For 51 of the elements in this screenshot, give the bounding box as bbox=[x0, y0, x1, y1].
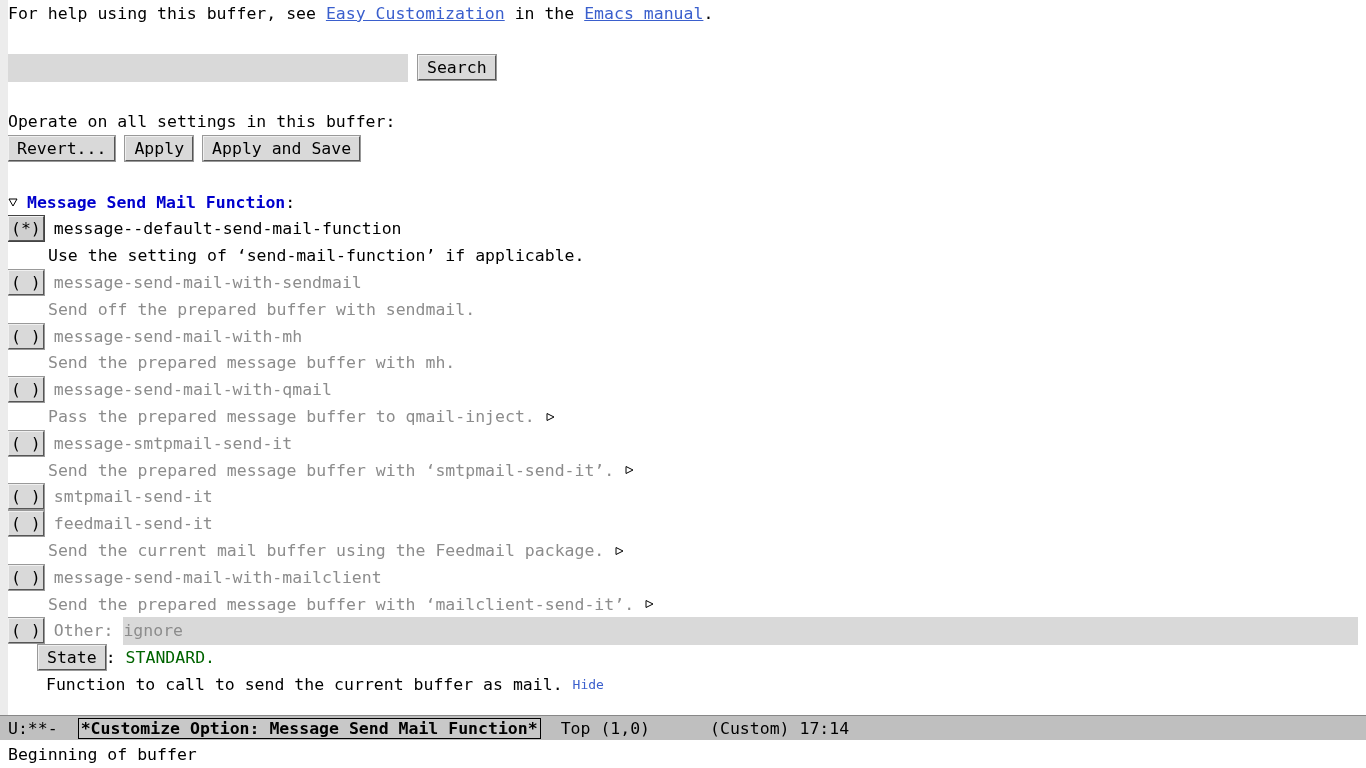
hide-link[interactable]: Hide bbox=[572, 677, 604, 692]
choice-description: Send the prepared message buffer with ‘smtpmail-send-it’. bbox=[48, 460, 615, 480]
radio-button[interactable]: ( ) bbox=[8, 270, 44, 296]
modified-status: U:**- bbox=[8, 718, 58, 738]
doc-text: Function to call to send the current buffer as mail. bbox=[46, 675, 563, 694]
state-colon: : bbox=[105, 648, 116, 668]
operate-label: Operate on all settings in this buffer: bbox=[8, 112, 396, 132]
choice-name: message--default-send-mail-function bbox=[53, 219, 402, 239]
search-button[interactable]: Search bbox=[418, 55, 496, 81]
more-triangle-icon[interactable] bbox=[644, 599, 655, 610]
state-text: STANDARD. bbox=[125, 648, 215, 668]
radio-button[interactable]: ( ) bbox=[8, 564, 44, 590]
choice-name: message-send-mail-with-mh bbox=[53, 326, 303, 346]
operate-button[interactable]: Apply and Save bbox=[203, 136, 361, 162]
echo-message: Beginning of buffer bbox=[8, 744, 197, 764]
choice-description: Use the setting of ‘send-mail-function’ if applicable. bbox=[48, 246, 585, 266]
choice-name: message-send-mail-with-qmail bbox=[53, 380, 332, 400]
choice-name: message-send-mail-with-sendmail bbox=[53, 273, 362, 293]
radio-button[interactable]: (*) bbox=[8, 216, 44, 242]
emacs-manual-link[interactable]: Emacs manual bbox=[584, 3, 704, 23]
choice-description: Pass the prepared message buffer to qmail-inject. bbox=[48, 407, 535, 427]
collapse-triangle-icon[interactable] bbox=[8, 197, 18, 208]
choice-name: smtpmail-send-it bbox=[53, 487, 213, 507]
state-button[interactable]: State bbox=[38, 645, 106, 671]
more-triangle-icon[interactable] bbox=[614, 545, 625, 556]
position-text: Top (1,0) bbox=[560, 718, 651, 738]
choice-description: Send the prepared message buffer with mh. bbox=[48, 353, 456, 373]
option-title: Message Send Mail Function bbox=[27, 192, 286, 212]
more-triangle-icon[interactable] bbox=[624, 465, 635, 476]
radio-button[interactable]: ( ) bbox=[8, 618, 44, 644]
easy-customization-link[interactable]: Easy Customization bbox=[325, 3, 505, 23]
choice-name: feedmail-send-it bbox=[53, 514, 213, 534]
buffer-name: *Customize Option: Message Send Mail Function* bbox=[77, 717, 541, 739]
radio-button[interactable]: ( ) bbox=[8, 430, 44, 456]
choice-description: Send off the prepared buffer with sendmail. bbox=[48, 299, 476, 319]
title-colon: : bbox=[285, 192, 296, 212]
choice-name: message-smtpmail-send-it bbox=[53, 433, 293, 453]
radio-button[interactable]: ( ) bbox=[8, 377, 44, 403]
radio-button[interactable]: ( ) bbox=[8, 511, 44, 537]
operate-button[interactable]: Apply bbox=[125, 136, 194, 162]
choice-description: Send the prepared message buffer with ‘mailclient-send-it’. bbox=[48, 594, 635, 614]
mode-text: (Custom) 17:14 bbox=[710, 718, 850, 738]
other-label: Other: bbox=[53, 621, 114, 641]
operate-button[interactable]: Revert... bbox=[8, 136, 116, 162]
search-field[interactable] bbox=[8, 53, 408, 82]
radio-button[interactable]: ( ) bbox=[8, 323, 44, 349]
more-triangle-icon[interactable] bbox=[544, 411, 555, 422]
radio-button[interactable]: ( ) bbox=[8, 484, 44, 510]
choice-description: Send the current mail buffer using the Feedmail package. bbox=[48, 541, 605, 561]
choice-name: message-send-mail-with-mailclient bbox=[53, 567, 382, 587]
help-text: For help using this buffer, see Easy Customization in the Emacs manual. bbox=[8, 3, 714, 23]
